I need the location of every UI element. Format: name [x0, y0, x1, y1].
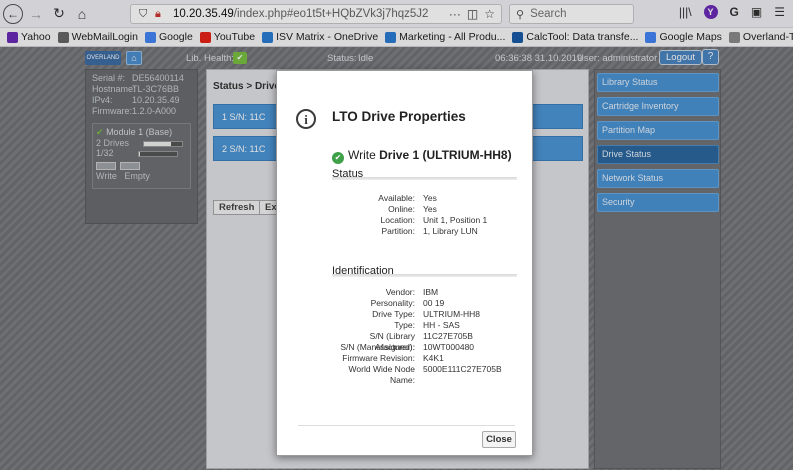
property-key: Vendor: [385, 287, 415, 297]
write-drive-line: ✔ Write Drive 1 (ULTRIUM-HH8) [332, 148, 512, 164]
property-key: Drive Type: [372, 309, 415, 319]
identification-section-heading: Identification [332, 265, 517, 277]
property-key: Online: [388, 204, 415, 214]
property-key: Location: [380, 215, 416, 225]
property-row: Partition: 1, Library LUN [332, 226, 532, 237]
status-properties: Available: Yes Online: Yes Location: Unit 1, … [332, 193, 532, 237]
property-value: ULTRIUM-HH8 [423, 309, 480, 319]
property-value: 5000E111C27E705B [423, 364, 502, 374]
property-key: Partition: [381, 226, 415, 236]
property-value: Yes [423, 193, 437, 203]
property-key: Type: [394, 320, 415, 330]
property-key: Available: [378, 193, 415, 203]
write-prefix: Write [348, 148, 376, 162]
property-row: World Wide Node Name: 5000E111C27E705B [332, 364, 532, 385]
identification-properties: Vendor: IBM Personality: 00 19 Drive Type: UL… [332, 287, 532, 385]
property-row: Drive Type: ULTRIUM-HH8 [332, 309, 532, 320]
property-key: World Wide Node Name: [348, 364, 415, 385]
property-key: Personality: [370, 298, 415, 308]
info-icon: i [296, 109, 316, 129]
property-row: Vendor: IBM [332, 287, 532, 298]
property-value: Unit 1, Position 1 [423, 215, 488, 225]
property-value: Yes [423, 204, 437, 214]
property-row: S/N (Library Assigned): 11C27E705B [332, 331, 532, 352]
property-row: Firmware Revision: K4K1 [332, 353, 532, 364]
property-row: Available: Yes [332, 193, 532, 204]
property-row: Online: Yes [332, 204, 532, 215]
property-value: 11C27E705B [423, 331, 473, 341]
status-section-heading: Status [332, 168, 517, 180]
property-value: 1, Library LUN [423, 226, 478, 236]
property-value: HH - SAS [423, 320, 460, 330]
property-row: Personality: 00 19 [332, 298, 532, 309]
property-row: Location: Unit 1, Position 1 [332, 215, 532, 226]
property-value: 00 19 [423, 298, 445, 308]
property-key: Firmware Revision: [342, 353, 415, 363]
property-value: 10WT000480 [423, 342, 475, 352]
property-value: IBM [423, 287, 439, 297]
lto-drive-properties-dialog: i LTO Drive Properties ✔ Write Drive 1 (U… [276, 70, 533, 456]
close-button[interactable]: Close [482, 431, 516, 448]
success-check-icon: ✔ [332, 152, 344, 164]
property-row: Type: HH - SAS [332, 320, 532, 331]
property-value: K4K1 [423, 353, 444, 363]
property-row: S/N (Manufacturer): 10WT000480 [332, 342, 532, 353]
property-key: S/N (Library Assigned): [369, 331, 415, 352]
dialog-divider [298, 425, 515, 426]
property-key: S/N (Manufacturer): [340, 342, 415, 352]
dialog-title: LTO Drive Properties [332, 109, 466, 124]
write-drive-name: Drive 1 (ULTRIUM-HH8) [379, 148, 512, 162]
